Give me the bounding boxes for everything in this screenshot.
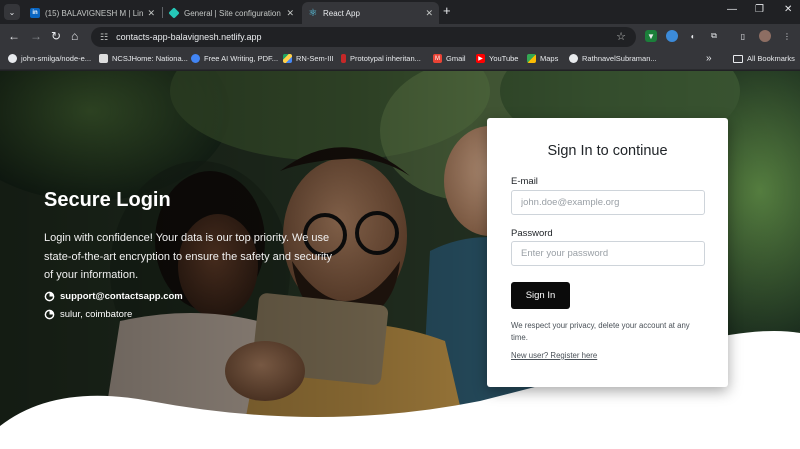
address-bar[interactable]: ☷ contacts-app-balavignesh.netlify.app ☆ xyxy=(91,27,636,47)
bookmark-icon xyxy=(341,54,346,63)
site-info-icon[interactable]: ☷ xyxy=(100,32,108,43)
url-text: contacts-app-balavignesh.netlify.app xyxy=(116,32,262,42)
register-link[interactable]: New user? Register here xyxy=(511,351,597,360)
bookmark-item[interactable]: Prototypal inheritan... xyxy=(341,54,421,63)
tab-search-button[interactable]: ⌄ xyxy=(4,4,20,20)
shield-extension-icon[interactable]: ▼ xyxy=(645,30,657,42)
netlify-icon xyxy=(168,7,180,19)
close-icon[interactable]: ✕ xyxy=(147,8,155,19)
bookmark-label: Gmail xyxy=(446,54,466,63)
email-label: E-mail xyxy=(511,176,538,187)
tab-react-app[interactable]: ⚛ React App ✕ xyxy=(302,2,439,24)
side-panel-icon[interactable]: ▯ xyxy=(737,30,749,42)
tab-linkedin[interactable]: in (15) BALAVIGNESH M | LinkedIn ✕ xyxy=(24,2,161,24)
email-field[interactable] xyxy=(511,190,705,215)
drive-icon xyxy=(283,54,292,63)
all-bookmarks-button[interactable]: All Bookmarks xyxy=(733,54,795,63)
reload-button[interactable]: ↻ xyxy=(51,29,61,43)
bookmark-item[interactable]: RN-Sem-III xyxy=(283,54,334,63)
bookmark-label: RathnavelSubraman... xyxy=(582,54,657,63)
location-icon xyxy=(44,309,55,319)
tab-title: General | Site configuration | co xyxy=(184,8,282,18)
back-button[interactable]: ← xyxy=(8,29,20,43)
bookmark-label: RN-Sem-III xyxy=(296,54,334,63)
bookmarks-bar: john-smilga/node-e... NCSJHome: Nationa.… xyxy=(0,50,800,70)
github-icon xyxy=(8,54,17,63)
ncs-icon xyxy=(99,54,108,63)
hero-description: Login with confidence! Your data is our … xyxy=(44,232,332,281)
bookmark-label: NCSJHome: Nationa... xyxy=(112,54,188,63)
bookmark-item[interactable]: Maps xyxy=(527,54,558,63)
bookmark-item[interactable]: ▶ YouTube xyxy=(476,54,518,63)
github-icon xyxy=(569,54,578,63)
globe-icon xyxy=(191,54,200,63)
contact-location: sulur, coimbatore xyxy=(44,309,344,320)
bookmark-item[interactable]: RathnavelSubraman... xyxy=(569,54,657,63)
extensions-puzzle-icon[interactable]: ⧉ xyxy=(708,30,720,42)
bookmark-item[interactable]: john-smilga/node-e... xyxy=(8,54,91,63)
tab-title: React App xyxy=(323,8,360,18)
password-label: Password xyxy=(511,228,553,239)
page-viewport: Secure Login Login with confidence! Your… xyxy=(0,71,800,449)
hero-section: Secure Login Login with confidence! Your… xyxy=(44,189,344,320)
folder-icon xyxy=(733,54,743,63)
hero-title: Secure Login xyxy=(44,189,171,211)
signin-title: Sign In to continue xyxy=(547,143,668,159)
theme-extension-icon[interactable]: ◐ xyxy=(687,30,699,42)
bookmark-label: Free AI Writing, PDF... xyxy=(204,54,279,63)
bookmark-item[interactable]: Free AI Writing, PDF... xyxy=(191,54,278,63)
profile-avatar[interactable] xyxy=(759,30,771,42)
tab-title: (15) BALAVIGNESH M | LinkedIn xyxy=(45,8,144,18)
linkedin-icon: in xyxy=(30,8,40,18)
forward-button[interactable]: → xyxy=(30,29,42,43)
close-window-icon[interactable]: ✕ xyxy=(784,4,792,15)
signin-button[interactable]: Sign In xyxy=(511,282,570,309)
chevron-right-icon[interactable]: » xyxy=(706,53,712,64)
close-icon[interactable]: ✕ xyxy=(286,8,294,19)
new-tab-button[interactable]: + xyxy=(443,4,451,18)
bookmark-label: Maps xyxy=(540,54,559,63)
all-bookmarks-label: All Bookmarks xyxy=(747,54,795,63)
home-button[interactable]: ⌂ xyxy=(71,29,78,43)
bookmark-star-icon[interactable]: ☆ xyxy=(616,30,626,43)
gmail-icon: M xyxy=(433,54,442,63)
email-icon xyxy=(44,291,55,301)
contact-email-text: support@contactsapp.com xyxy=(60,290,183,302)
signin-card: Sign In to continue E-mail Password Sign… xyxy=(487,118,728,387)
contact-email: support@contactsapp.com xyxy=(44,291,344,302)
contact-location-text: sulur, coimbatore xyxy=(60,308,133,320)
tab-netlify[interactable]: General | Site configuration | co ✕ xyxy=(163,2,300,24)
password-field[interactable] xyxy=(511,241,705,266)
react-icon: ⚛ xyxy=(308,7,318,19)
maps-icon xyxy=(527,54,536,63)
minimize-icon[interactable]: — xyxy=(727,4,737,15)
bookmark-item[interactable]: NCSJHome: Nationa... xyxy=(99,54,188,63)
browser-toolbar: ← → ↻ ⌂ ☷ contacts-app-balavignesh.netli… xyxy=(0,24,800,50)
bookmark-label: Prototypal inheritan... xyxy=(350,54,421,63)
youtube-icon: ▶ xyxy=(476,54,485,63)
menu-icon[interactable]: ⋮ xyxy=(781,30,793,42)
restore-icon[interactable]: ❐ xyxy=(755,4,764,15)
close-icon[interactable]: ✕ xyxy=(425,8,433,19)
privacy-note: We respect your privacy, delete your acc… xyxy=(511,321,690,342)
tab-strip: ⌄ in (15) BALAVIGNESH M | LinkedIn ✕ Gen… xyxy=(0,0,800,24)
bookmark-label: john-smilga/node-e... xyxy=(21,54,92,63)
extension-icon[interactable] xyxy=(666,30,678,42)
bookmark-item[interactable]: M Gmail xyxy=(433,54,466,63)
bookmark-label: YouTube xyxy=(489,54,519,63)
